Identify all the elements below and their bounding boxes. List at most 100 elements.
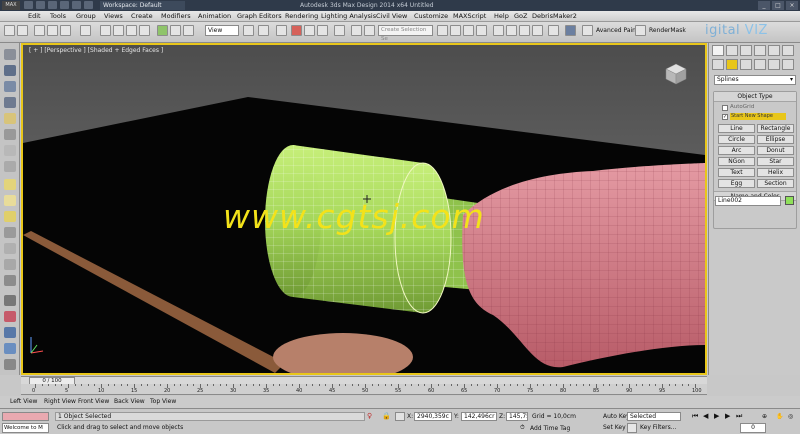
helix-button[interactable]: Helix	[757, 168, 794, 177]
selection-filter-icon[interactable]	[80, 25, 91, 36]
set-key-icon[interactable]	[627, 423, 637, 433]
undo-icon[interactable]	[60, 1, 69, 9]
geometry-icon[interactable]	[712, 59, 724, 70]
material-editor-icon[interactable]	[493, 25, 504, 36]
menu-create[interactable]: Create	[131, 12, 153, 21]
rectangle-selection-icon[interactable]	[126, 25, 137, 36]
menu-views[interactable]: Views	[104, 12, 123, 21]
undo-tool-icon[interactable]	[4, 25, 15, 36]
y-coordinate-input[interactable]: 142,496cr	[461, 412, 497, 421]
previous-frame-icon[interactable]: ◀	[703, 412, 708, 421]
script-icon[interactable]	[4, 359, 16, 370]
edit-named-selection-icon[interactable]	[334, 25, 345, 36]
motion-tab-icon[interactable]	[754, 45, 766, 56]
track-bar[interactable]: 0 5 10 15 20 25 30 35 40 45 50 55 60 65 70 75 80 85 90 95 10…	[21, 384, 707, 395]
pivot-center-icon[interactable]	[243, 25, 254, 36]
autogrid-checkbox[interactable]	[722, 105, 728, 111]
menu-help[interactable]: Help	[494, 12, 509, 21]
go-to-end-icon[interactable]: ⏭	[736, 412, 742, 421]
rectangle-button[interactable]: Rectangle	[757, 124, 794, 133]
select-link-icon[interactable]	[34, 25, 45, 36]
hierarchy-tab-icon[interactable]	[740, 45, 752, 56]
modifier-icon[interactable]	[4, 161, 16, 172]
helper-icon[interactable]	[4, 145, 16, 156]
app-logo-button[interactable]: MAX	[2, 1, 20, 10]
select-by-name-icon[interactable]	[113, 25, 124, 36]
mirror-icon[interactable]	[351, 25, 362, 36]
menu-debrismaker2[interactable]: DebrisMaker2	[532, 12, 577, 21]
shapes-icon[interactable]	[726, 59, 738, 70]
tab-back-view[interactable]: Back View	[110, 397, 149, 407]
sphere-icon[interactable]	[4, 195, 16, 206]
graphite-tool-icon[interactable]	[4, 49, 16, 60]
graphite-ribbon-icon[interactable]	[450, 25, 461, 36]
time-tag-icon[interactable]: ⏱	[520, 424, 528, 432]
dynamics-icon[interactable]	[4, 327, 16, 338]
z-coordinate-input[interactable]: 145,753cm	[506, 412, 528, 421]
orbit-icon[interactable]: ◎	[788, 412, 793, 421]
menu-civil-view[interactable]: Civil View	[376, 12, 407, 21]
camera-icon[interactable]	[4, 129, 16, 140]
window-crossing-icon[interactable]	[139, 25, 150, 36]
render-production-icon[interactable]	[532, 25, 543, 36]
arc-button[interactable]: Arc	[718, 146, 755, 155]
donut-button[interactable]: Donut	[757, 146, 794, 155]
ellipse-button[interactable]: Ellipse	[757, 135, 794, 144]
box-icon[interactable]	[4, 179, 16, 190]
lights-icon[interactable]	[740, 59, 752, 70]
snaps-toggle-icon[interactable]	[276, 25, 287, 36]
next-frame-icon[interactable]: ▶	[725, 412, 730, 421]
angle-snap-icon[interactable]	[291, 25, 302, 36]
menu-lighting-analysis[interactable]: Lighting Analysis	[321, 12, 376, 21]
perspective-viewport[interactable]: [ + ] [Perspective ] [Shaded + Edged Fac…	[21, 43, 707, 375]
menu-modifiers[interactable]: Modifiers	[161, 12, 191, 21]
spinner-snap-icon[interactable]	[317, 25, 328, 36]
isolate-selection-icon[interactable]: ♀	[367, 412, 375, 421]
menu-graph-editors[interactable]: Graph Editors	[237, 12, 282, 21]
menu-group[interactable]: Group	[76, 12, 96, 21]
zoom-icon[interactable]: ⊕	[762, 412, 767, 421]
egg-button[interactable]: Egg	[718, 179, 755, 188]
save-file-icon[interactable]	[48, 1, 57, 9]
x-coordinate-input[interactable]: 2940,359c	[414, 412, 452, 421]
object-category-dropdown[interactable]: Splines	[714, 75, 796, 85]
rotate-tool-icon[interactable]	[170, 25, 181, 36]
reference-coordinate-dropdown[interactable]: View	[205, 25, 239, 36]
move-tool-icon[interactable]	[157, 25, 168, 36]
cylinder-icon[interactable]	[4, 211, 16, 222]
workspace-dropdown[interactable]: Workspace: Default	[100, 1, 185, 10]
layers-icon[interactable]	[4, 65, 16, 76]
render-frame-icon[interactable]	[548, 25, 559, 36]
tab-left-view[interactable]: Left View	[6, 397, 41, 407]
render-mask-icon[interactable]	[635, 25, 646, 36]
torus-icon[interactable]	[4, 259, 16, 270]
key-filters-button[interactable]: Key Filters...	[640, 423, 677, 433]
go-to-start-icon[interactable]: ⏮	[692, 412, 698, 421]
redo-tool-icon[interactable]	[17, 25, 28, 36]
maxscript-mini-listener[interactable]: Welcome to M	[2, 423, 49, 433]
selection-lock-icon[interactable]: 🔒	[382, 412, 391, 421]
utilities-tab-icon[interactable]	[782, 45, 794, 56]
select-manipulate-icon[interactable]	[258, 25, 269, 36]
curve-editor-icon[interactable]	[463, 25, 474, 36]
scale-tool-icon[interactable]	[183, 25, 194, 36]
bind-space-warp-icon[interactable]	[60, 25, 71, 36]
current-frame-input[interactable]: 0	[740, 423, 766, 433]
rendered-frame-window-icon[interactable]	[519, 25, 530, 36]
unlink-icon[interactable]	[47, 25, 58, 36]
new-file-icon[interactable]	[24, 1, 33, 9]
display-tab-icon[interactable]	[768, 45, 780, 56]
project-folder-icon[interactable]	[84, 1, 93, 9]
menu-customize[interactable]: Customize	[414, 12, 448, 21]
ngon-button[interactable]: NGon	[718, 157, 755, 166]
menu-edit[interactable]: Edit	[28, 12, 41, 21]
hair-icon[interactable]	[4, 295, 16, 306]
object-color-swatch[interactable]	[785, 196, 794, 205]
utility-icon[interactable]	[4, 343, 16, 354]
menu-animation[interactable]: Animation	[198, 12, 231, 21]
modify-tab-icon[interactable]	[726, 45, 738, 56]
tab-top-view[interactable]: Top View	[146, 397, 180, 407]
space-warps-icon[interactable]	[782, 59, 794, 70]
align-icon[interactable]	[364, 25, 375, 36]
helpers-icon[interactable]	[768, 59, 780, 70]
